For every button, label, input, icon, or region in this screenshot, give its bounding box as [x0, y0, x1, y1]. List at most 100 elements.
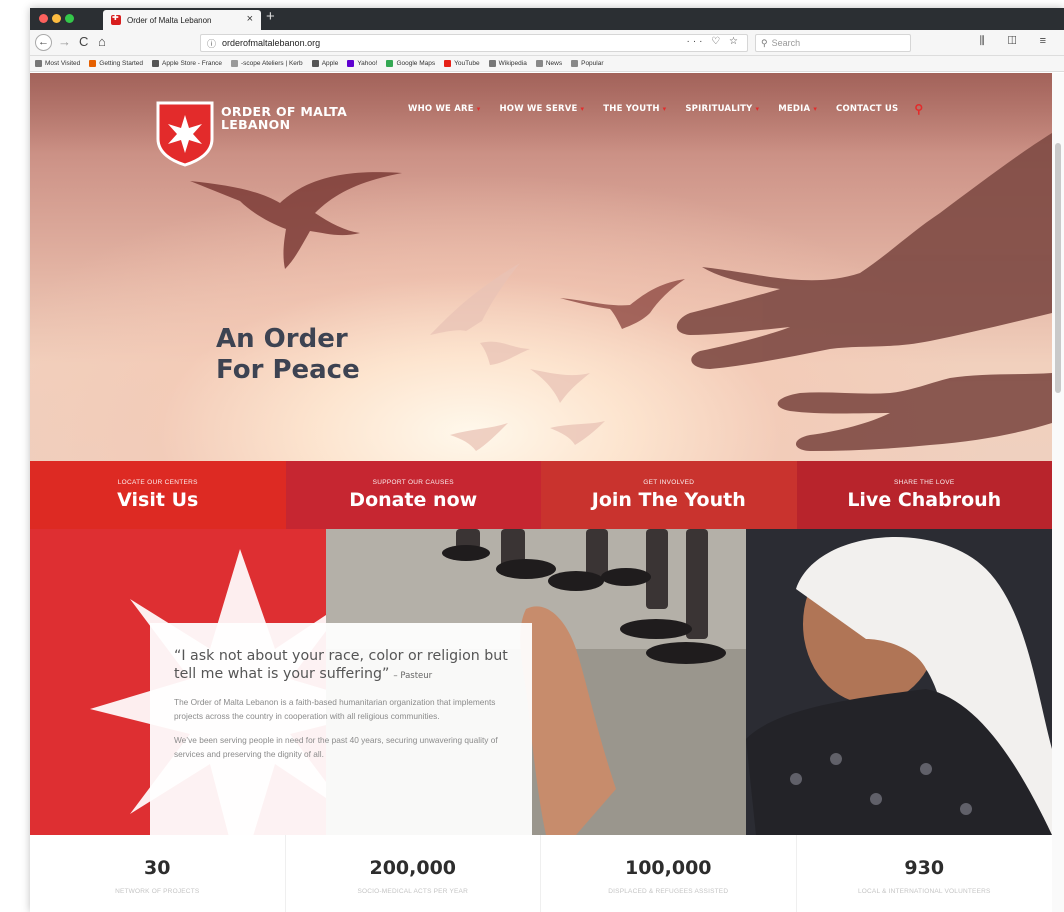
- bookmark-item[interactable]: Getting Started: [89, 60, 143, 67]
- bookmark-label: Wikipedia: [498, 60, 527, 67]
- bookmark-label: -scope Ateliers | Kerb: [241, 60, 303, 67]
- nav-item-contact-us[interactable]: CONTACT US: [836, 104, 901, 114]
- quote-attribution: – Pasteur: [393, 671, 433, 681]
- bookmark-item[interactable]: Popular: [571, 60, 604, 67]
- bookmark-item[interactable]: Google Maps: [386, 60, 435, 67]
- bookmark-item[interactable]: Apple: [311, 60, 339, 67]
- cta-kicker: GET INVOLVED: [643, 479, 695, 486]
- bookmark-item[interactable]: YouTube: [444, 60, 480, 67]
- maximize-window-button[interactable]: [65, 14, 74, 23]
- chevron-down-icon: ▾: [662, 105, 667, 113]
- cta-title: Live Chabrouh: [847, 489, 1002, 511]
- dove-small-4-icon: [450, 423, 508, 451]
- toolbar-menu-icons[interactable]: ⫼ ◫ ≡: [980, 35, 1056, 48]
- home-button[interactable]: ⌂: [98, 34, 106, 49]
- minimize-window-button[interactable]: [52, 14, 61, 23]
- bookmark-favicon-icon: [386, 60, 394, 67]
- order-of-malta-shield-logo[interactable]: [156, 101, 214, 167]
- back-button[interactable]: ←: [35, 34, 52, 51]
- large-dove-icon: [190, 172, 402, 269]
- tab-close-icon[interactable]: ×: [247, 13, 253, 25]
- bookmark-label: Yahoo!: [357, 60, 378, 67]
- stat-refugees: 100,000 DISPLACED & REFUGEES ASSISTED: [541, 835, 797, 912]
- hero-headline-line-1: An Order: [216, 324, 348, 354]
- logo-line-2: LEBANON: [221, 117, 291, 132]
- call-to-action-band: LOCATE OUR CENTERS Visit Us SUPPORT OUR …: [30, 461, 1052, 529]
- new-tab-button[interactable]: +: [266, 8, 275, 25]
- forward-button[interactable]: →: [58, 34, 71, 49]
- bookmark-label: Popular: [581, 60, 604, 67]
- nav-label: HOW WE SERVE: [499, 104, 578, 114]
- bookmark-favicon-icon: [535, 60, 543, 67]
- mission-quote-card: “I ask not about your race, color or rel…: [150, 623, 532, 835]
- stat-number: 30: [144, 856, 171, 879]
- cta-live-chabrouh[interactable]: SHARE THE LOVE Live Chabrouh: [796, 461, 1052, 529]
- site-info-icon[interactable]: ⓘ: [207, 37, 216, 50]
- nav-label: THE YOUTH: [603, 104, 660, 114]
- mission-paragraph-2: We’ve been serving people in need for th…: [174, 735, 498, 759]
- close-window-button[interactable]: [39, 14, 48, 23]
- nav-label: WHO WE ARE: [408, 104, 474, 114]
- nav-label: MEDIA: [778, 104, 811, 114]
- bookmark-favicon-icon: [152, 60, 160, 67]
- chevron-down-icon: ▾: [755, 105, 760, 113]
- nav-item-media[interactable]: MEDIA ▾: [778, 104, 817, 114]
- stat-volunteers: 930 LOCAL & INTERNATIONAL VOLUNTEERS: [797, 835, 1053, 912]
- stat-number: 930: [904, 856, 945, 879]
- bookmark-label: Google Maps: [396, 60, 436, 67]
- mission-story-section: “I ask not about your race, color or rel…: [30, 529, 1052, 835]
- bookmark-item[interactable]: Yahoo!: [347, 60, 377, 67]
- screenshot-stage: Order of Malta Lebanon × + ← → C ⌂ ⓘ ord…: [0, 0, 1064, 912]
- url-actions-icons[interactable]: ··· ♡ ☆: [687, 36, 741, 47]
- site-main-navigation: WHO WE ARE ▾ HOW WE SERVE ▾ THE YOUTH ▾ SPI…: [408, 102, 923, 116]
- nav-item-who-we-are[interactable]: WHO WE ARE ▾: [408, 104, 480, 114]
- scrollbar-thumb[interactable]: [1055, 143, 1061, 393]
- bookmark-label: Most Visited: [45, 60, 81, 67]
- bookmark-favicon-icon: [89, 60, 97, 67]
- browser-tab-active[interactable]: Order of Malta Lebanon ×: [103, 10, 261, 30]
- nav-label: CONTACT US: [836, 104, 899, 114]
- search-icon[interactable]: ⚲: [914, 102, 923, 116]
- bookmark-label: Apple: [321, 60, 339, 67]
- site-logo-wordmark[interactable]: ORDER OF MALTA LEBANON: [221, 105, 347, 131]
- page-scrollbar[interactable]: [1052, 73, 1064, 912]
- reload-button[interactable]: C: [79, 34, 88, 49]
- bookmark-item[interactable]: Apple Store - France: [152, 60, 222, 67]
- bookmark-label: Getting Started: [99, 60, 144, 67]
- bookmark-item[interactable]: Wikipedia: [488, 60, 527, 67]
- malta-favicon-icon: [111, 13, 121, 25]
- bookmark-item[interactable]: Most Visited: [35, 60, 80, 67]
- stat-projects: 30 NETWORK OF PROJECTS: [30, 835, 286, 912]
- mission-quote: “I ask not about your race, color or rel…: [174, 647, 508, 685]
- hero-banner: ORDER OF MALTA LEBANON WHO WE ARE ▾ HOW W…: [30, 73, 1052, 461]
- tab-title: Order of Malta Lebanon: [127, 15, 212, 25]
- nav-item-spirituality[interactable]: SPIRITUALITY ▾: [685, 104, 759, 114]
- dove-small-1-icon: [430, 263, 520, 335]
- dove-mid-icon: [560, 279, 685, 329]
- tab-bar: Order of Malta Lebanon × +: [30, 8, 1064, 30]
- bookmark-favicon-icon: [35, 60, 42, 67]
- cta-donate-now[interactable]: SUPPORT OUR CAUSES Donate now: [285, 461, 541, 529]
- nav-item-the-youth[interactable]: THE YOUTH ▾: [603, 104, 666, 114]
- stat-number: 100,000: [624, 856, 712, 879]
- nav-item-how-we-serve[interactable]: HOW WE SERVE ▾: [499, 104, 584, 114]
- nav-label: SPIRITUALITY: [685, 104, 753, 114]
- cta-kicker: SHARE THE LOVE: [894, 479, 955, 486]
- bookmark-item[interactable]: -scope Ateliers | Kerb: [231, 60, 303, 67]
- cta-join-the-youth[interactable]: GET INVOLVED Join The Youth: [541, 461, 797, 529]
- url-text[interactable]: orderofmaltalebanon.org: [222, 38, 320, 48]
- stat-label: NETWORK OF PROJECTS: [115, 887, 200, 895]
- stat-label: LOCAL & INTERNATIONAL VOLUNTEERS: [857, 887, 991, 895]
- browser-search-input[interactable]: ⚲ Search: [755, 34, 911, 52]
- search-placeholder: Search: [771, 38, 801, 48]
- bookmark-favicon-icon: [488, 60, 496, 67]
- bookmark-favicon-icon: [571, 60, 579, 67]
- bookmark-item[interactable]: News: [535, 60, 562, 67]
- chevron-down-icon: ▾: [813, 105, 818, 113]
- url-bar[interactable]: ⓘ orderofmaltalebanon.org ··· ♡ ☆: [200, 34, 748, 52]
- cta-visit-us[interactable]: LOCATE OUR CENTERS Visit Us: [30, 461, 286, 529]
- hero-headline-line-2: For Peace: [216, 355, 360, 385]
- stat-medical-acts: 200,000 SOCIO-MEDICAL ACTS PER YEAR: [286, 835, 541, 912]
- stat-label: SOCIO-MEDICAL ACTS PER YEAR: [357, 887, 468, 895]
- bookmark-favicon-icon: [311, 60, 319, 67]
